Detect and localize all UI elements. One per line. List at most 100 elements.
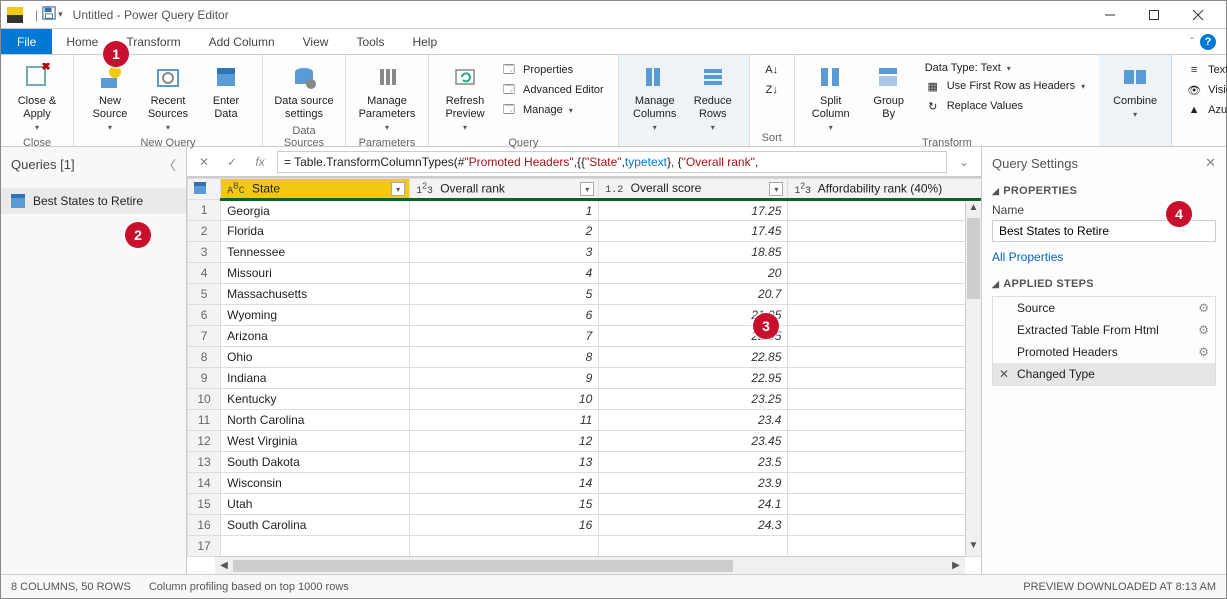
cell[interactable]: 42 (788, 284, 981, 305)
cell[interactable]: Kentucky (221, 389, 410, 410)
formula-expand-icon[interactable]: ⌄ (953, 155, 975, 169)
fx-icon[interactable]: fx (249, 155, 271, 169)
table-row[interactable]: 13South Dakota1323.518 (188, 452, 982, 473)
ribbon-collapse-icon[interactable]: ˆ (1190, 35, 1194, 49)
cell[interactable]: South Carolina (221, 515, 410, 536)
settings-close-icon[interactable]: ✕ (1205, 155, 1216, 171)
cell[interactable]: 18.85 (599, 242, 788, 263)
cell[interactable]: 2 (410, 221, 599, 242)
gear-icon[interactable]: ⚙ (1198, 345, 1209, 359)
cell[interactable]: 9 (788, 515, 981, 536)
cell[interactable]: 17.45 (599, 221, 788, 242)
table-row[interactable]: 2Florida217.4514 (188, 221, 982, 242)
cell[interactable]: Utah (221, 494, 410, 515)
cell[interactable]: 19 (788, 347, 981, 368)
cell[interactable]: 22.85 (599, 347, 788, 368)
properties-section[interactable]: ◢PROPERTIES (992, 185, 1216, 197)
table-row[interactable]: 7Arizona722.0516 (188, 326, 982, 347)
qat-dropdown-icon[interactable]: ▾ (58, 9, 63, 20)
applied-step[interactable]: Promoted Headers⚙ (993, 341, 1215, 363)
applied-step[interactable]: ✕Changed Type (993, 363, 1215, 385)
split-column-button[interactable]: Split Column▾ (803, 59, 859, 135)
recent-sources-button[interactable]: Recent Sources▾ (140, 59, 196, 135)
cell[interactable]: Massachusetts (221, 284, 410, 305)
cell[interactable]: Tennessee (221, 242, 410, 263)
help-icon[interactable]: ? (1200, 34, 1216, 50)
applied-step[interactable]: Source⚙ (993, 297, 1215, 319)
formula-commit-icon[interactable]: ✓ (221, 155, 243, 169)
tab-add-column[interactable]: Add Column (195, 29, 289, 54)
refresh-preview-button[interactable]: Refresh Preview▾ (437, 59, 493, 135)
properties-button[interactable]: 🗔Properties (499, 61, 606, 79)
column-header[interactable]: 123 Overall rank▾ (410, 179, 599, 200)
table-row[interactable]: 4Missouri4203 (188, 263, 982, 284)
column-header[interactable]: 1.2 Overall score▾ (599, 179, 788, 200)
gear-icon[interactable]: ⚙ (1198, 301, 1209, 315)
cell[interactable]: 12 (410, 431, 599, 452)
cell[interactable]: 23.9 (599, 473, 788, 494)
new-source-button[interactable]: New Source▾ (82, 59, 138, 135)
table-row[interactable]: 16South Carolina1624.39 (188, 515, 982, 536)
table-row[interactable]: 1Georgia117.253 (188, 200, 982, 221)
table-row[interactable]: 12West Virginia1223.4521 (188, 431, 982, 452)
cell[interactable]: 23.25 (599, 389, 788, 410)
cell[interactable]: Wyoming (221, 305, 410, 326)
collapse-queries-icon[interactable]: 〈 (163, 155, 176, 174)
cell[interactable]: Wisconsin (221, 473, 410, 494)
replace-values-button[interactable]: ↻Replace Values (923, 97, 1087, 115)
file-tab[interactable]: File (1, 29, 52, 54)
cell[interactable]: 23.4 (599, 410, 788, 431)
cell[interactable] (221, 536, 410, 557)
text-analytics-button[interactable]: ≡Text Analytics (1184, 61, 1227, 79)
vision-button[interactable]: 👁Vision (1184, 81, 1227, 99)
applied-step[interactable]: Extracted Table From Html⚙ (993, 319, 1215, 341)
tab-help[interactable]: Help (398, 29, 451, 54)
cell[interactable]: 14 (788, 221, 981, 242)
combine-button[interactable]: Combine▾ (1107, 59, 1163, 122)
manage-parameters-button[interactable]: Manage Parameters▾ (354, 59, 420, 135)
manage-button[interactable]: 🗔Manage ▾ (499, 101, 606, 119)
horizontal-scrollbar[interactable]: ◀▶ (215, 556, 965, 574)
query-item[interactable]: Best States to Retire (1, 188, 186, 214)
data-grid[interactable]: ABC State▾123 Overall rank▾1.2 Overall s… (187, 177, 981, 574)
cell[interactable]: 22.95 (599, 368, 788, 389)
cell[interactable]: 17.25 (599, 200, 788, 221)
tab-tools[interactable]: Tools (342, 29, 398, 54)
cell[interactable]: 11 (788, 410, 981, 431)
cell[interactable]: 18 (788, 452, 981, 473)
cell[interactable]: Indiana (221, 368, 410, 389)
cell[interactable]: 7 (410, 326, 599, 347)
gear-icon[interactable]: ⚙ (1198, 323, 1209, 337)
azure-ml-button[interactable]: ▲Azure Machine Learning (1184, 101, 1227, 119)
cell[interactable]: 16 (410, 515, 599, 536)
save-icon[interactable] (42, 6, 56, 23)
cell[interactable]: 7 (788, 368, 981, 389)
applied-steps-section[interactable]: ◢APPLIED STEPS (992, 278, 1216, 290)
cell[interactable]: 20.7 (599, 284, 788, 305)
table-row[interactable]: 8Ohio822.8519 (188, 347, 982, 368)
cell[interactable]: West Virginia (221, 431, 410, 452)
cell[interactable]: 24.3 (599, 515, 788, 536)
column-header[interactable]: 123 Affordability rank (40%)▾ (788, 179, 981, 200)
cell[interactable]: 14 (410, 473, 599, 494)
cell[interactable]: 3 (788, 263, 981, 284)
cell[interactable]: Ohio (221, 347, 410, 368)
cell[interactable]: 9 (410, 368, 599, 389)
enter-data-button[interactable]: Enter Data (198, 59, 254, 123)
cell[interactable]: 11 (410, 410, 599, 431)
table-row[interactable]: 3Tennessee318.851 (188, 242, 982, 263)
close-button[interactable] (1176, 1, 1220, 29)
cell[interactable]: 21 (788, 431, 981, 452)
cell[interactable]: 1 (410, 200, 599, 221)
tab-view[interactable]: View (289, 29, 343, 54)
reduce-rows-button[interactable]: Reduce Rows▾ (685, 59, 741, 135)
cell[interactable]: 23.5 (599, 452, 788, 473)
cell[interactable]: Arizona (221, 326, 410, 347)
cell[interactable]: 1 (788, 242, 981, 263)
formula-input[interactable]: = Table.TransformColumnTypes(#"Promoted … (277, 151, 947, 173)
cell[interactable]: South Dakota (221, 452, 410, 473)
cell[interactable]: 3 (410, 242, 599, 263)
data-source-settings-button[interactable]: Data source settings (271, 59, 337, 123)
first-row-headers-button[interactable]: ▦Use First Row as Headers ▾ (923, 77, 1087, 95)
cell[interactable]: 5 (410, 284, 599, 305)
